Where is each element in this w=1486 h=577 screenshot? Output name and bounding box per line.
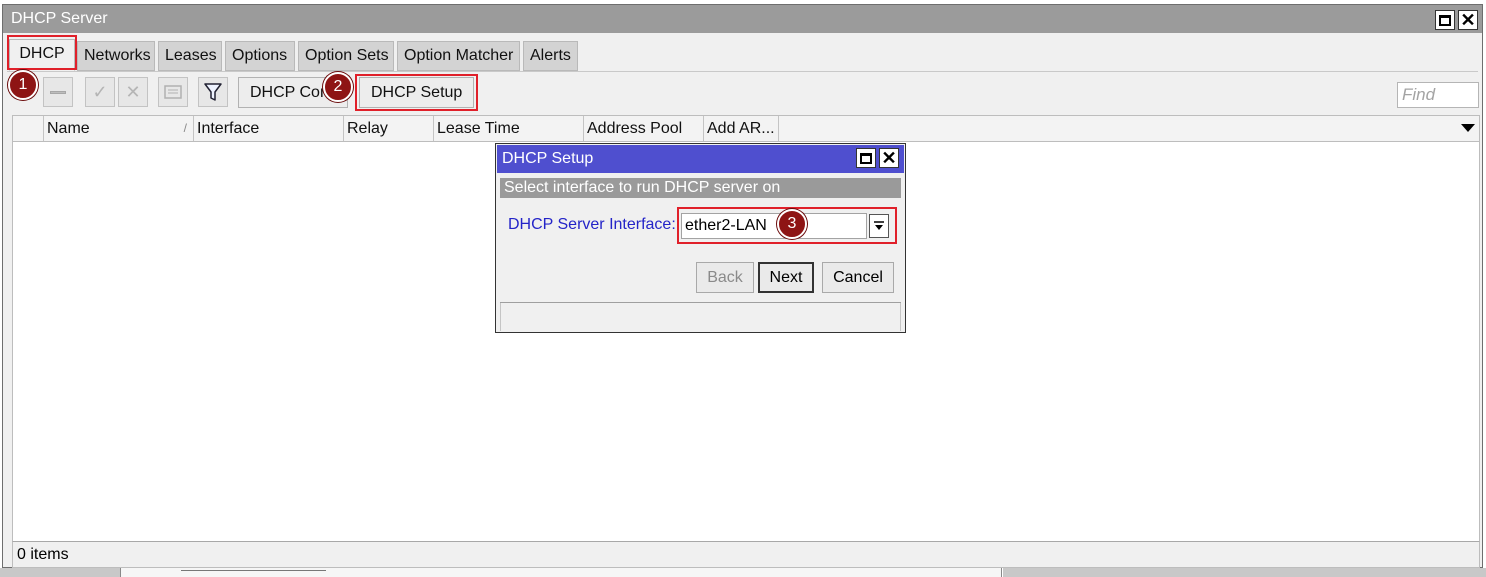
dialog-title: DHCP Setup [502, 150, 594, 167]
dropdown-arrow-icon[interactable] [869, 214, 889, 238]
tab-leases[interactable]: Leases [158, 41, 222, 71]
restore-icon[interactable] [1435, 10, 1455, 30]
background-window-right [1003, 568, 1486, 577]
dhcp-setup-dialog: DHCP Setup ✕ Select interface to run DHC… [495, 143, 906, 333]
filter-button[interactable] [198, 77, 228, 107]
interface-field[interactable]: ether2-LAN [681, 213, 867, 239]
restore-icon[interactable] [856, 148, 876, 168]
tab-divider [7, 71, 1478, 72]
col-interface[interactable]: Interface [194, 116, 344, 141]
dialog-status-bar [500, 303, 901, 331]
col-lease-time[interactable]: Lease Time [434, 116, 584, 141]
tab-option-sets[interactable]: Option Sets [298, 41, 394, 71]
interface-field-label: DHCP Server Interface: [508, 216, 676, 233]
column-menu-icon[interactable] [1461, 124, 1475, 132]
back-button[interactable]: Back [696, 262, 754, 293]
step-badge-3: 3 [777, 209, 807, 239]
dialog-instruction: Select interface to run DHCP server on [500, 178, 901, 198]
col-add-arp[interactable]: Add AR... [704, 116, 779, 141]
background-window-middle [120, 568, 1002, 577]
cross-icon: ✕ [125, 81, 141, 102]
window-title: DHCP Server [11, 10, 108, 27]
minus-icon [50, 90, 66, 94]
table-header: Name / Interface Relay Lease Time Address… [12, 115, 1480, 142]
window-titlebar[interactable]: DHCP Server ✕ [3, 5, 1482, 33]
comment-button[interactable] [158, 77, 188, 107]
background-window-left [0, 568, 120, 577]
tab-options[interactable]: Options [225, 41, 295, 71]
remove-button[interactable] [43, 77, 73, 107]
check-icon: ✓ [92, 81, 108, 102]
comment-icon [164, 85, 182, 99]
cancel-button[interactable]: Cancel [822, 262, 894, 293]
dhcp-setup-button[interactable]: DHCP Setup [359, 77, 475, 108]
next-button[interactable]: Next [758, 262, 814, 293]
sort-icon: / [183, 121, 187, 135]
tab-networks[interactable]: Networks [77, 41, 155, 71]
disable-button[interactable]: ✕ [118, 77, 148, 107]
tab-alerts[interactable]: Alerts [523, 41, 578, 71]
enable-button[interactable]: ✓ [85, 77, 115, 107]
dialog-titlebar[interactable]: DHCP Setup [497, 145, 904, 173]
step-badge-2: 2 [323, 72, 353, 102]
close-icon[interactable]: ✕ [879, 148, 899, 168]
tab-option-matcher[interactable]: Option Matcher [397, 41, 520, 71]
col-name[interactable]: Name / [44, 116, 194, 141]
col-address-pool[interactable]: Address Pool [584, 116, 704, 141]
col-flags[interactable] [13, 116, 44, 141]
col-relay[interactable]: Relay [344, 116, 434, 141]
filter-icon [204, 83, 222, 101]
tab-dhcp[interactable]: DHCP [9, 39, 75, 71]
close-icon[interactable]: ✕ [1458, 10, 1478, 30]
item-count: 0 items [17, 546, 69, 563]
step-badge-1: 1 [8, 70, 38, 100]
find-input[interactable]: Find [1397, 82, 1479, 108]
status-bar: 0 items [12, 541, 1480, 568]
